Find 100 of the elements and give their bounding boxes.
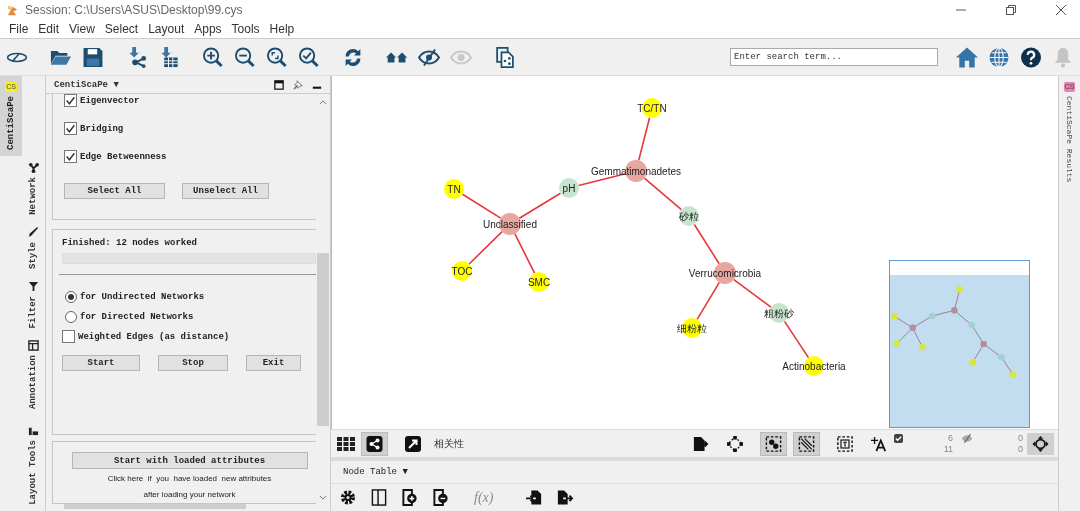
text-size-icon[interactable]: [870, 435, 888, 452]
checkbox[interactable]: [64, 150, 77, 163]
checkbox-label: Bridging: [80, 123, 124, 134]
edge: [461, 193, 502, 219]
export-icon[interactable]: [557, 489, 574, 506]
checkbox[interactable]: [62, 330, 75, 344]
zoom-selected-icon[interactable]: [298, 46, 320, 68]
count-text: 0: [1018, 443, 1023, 455]
panel-title[interactable]: CentiScaPe ▼: [54, 79, 119, 90]
pin-icon[interactable]: [293, 79, 303, 90]
count-text: 0: [1018, 432, 1023, 444]
hint-text: Click here if you have loaded new attributes after loading your network: [106, 473, 273, 501]
count-text: 6: [948, 432, 953, 444]
side-tab[interactable]: Filter: [22, 274, 44, 335]
checkbox-label: Edge Betweenness: [80, 151, 167, 162]
scroll-down-icon[interactable]: [319, 495, 327, 500]
menu-item[interactable]: Edit: [33, 22, 65, 36]
select-button[interactable]: Unselect All: [182, 183, 269, 199]
radio-label: for Undirected Networks: [80, 291, 205, 302]
pan-button[interactable]: [1027, 432, 1054, 455]
edge: [468, 230, 503, 265]
action-button[interactable]: Stop: [158, 354, 228, 371]
menu-item[interactable]: Select: [99, 22, 144, 36]
layout-icon: [27, 425, 39, 437]
select-nodes-button[interactable]: [760, 431, 787, 456]
edge: [696, 281, 721, 321]
network-node[interactable]: pH: [559, 178, 579, 198]
count-text: 11: [943, 443, 953, 455]
edge: [637, 116, 651, 162]
edge: [733, 278, 772, 308]
status-text: Finished: 12 nodes worked: [62, 237, 199, 248]
checkbox-label: Eigenvector: [80, 95, 140, 106]
window-title: Session: C:\Users\ASUS\Desktop\99.cys: [25, 3, 243, 17]
eye-slash-icon[interactable]: [418, 46, 440, 68]
edge: [518, 192, 562, 220]
side-tab[interactable]: Style: [22, 220, 44, 275]
save-icon[interactable]: [82, 46, 104, 68]
side-tab[interactable]: Layout Tools: [22, 419, 44, 511]
search-field[interactable]: Enter search term...: [730, 48, 938, 66]
import-icon[interactable]: [526, 489, 543, 506]
close-icon[interactable]: [1056, 5, 1066, 15]
select-edges-button[interactable]: [793, 431, 820, 456]
filter-icon: [27, 280, 39, 292]
checkbox[interactable]: [64, 94, 77, 107]
add-column-icon[interactable]: [402, 489, 418, 506]
checkbox-icon: [894, 434, 903, 443]
loaded-attributes-button[interactable]: Start with loaded attributes: [71, 452, 308, 469]
scroll-up-icon[interactable]: [319, 100, 327, 105]
help-icon[interactable]: [1020, 46, 1042, 68]
expand-icon[interactable]: [404, 435, 422, 452]
menu-item[interactable]: Tools: [226, 22, 265, 36]
grid-icon[interactable]: [337, 435, 355, 452]
checkbox-label: Weighted Edges (as distance): [78, 331, 230, 342]
menu-item[interactable]: File: [4, 22, 34, 36]
export-icon[interactable]: [692, 435, 710, 452]
columns-icon[interactable]: [371, 489, 387, 506]
zoom-fit-icon[interactable]: [266, 46, 288, 68]
scrollbar-thumb[interactable]: [64, 504, 246, 509]
zoom-out-icon[interactable]: [234, 46, 256, 68]
edge: [514, 233, 536, 274]
network-node[interactable]: Verrucomicrobia: [688, 262, 762, 284]
home-icon[interactable]: [956, 46, 978, 68]
scrollbar-thumb[interactable]: [317, 253, 329, 426]
brush-icon: [27, 226, 39, 238]
remove-column-icon[interactable]: [433, 489, 449, 506]
menu-item[interactable]: Apps: [189, 22, 227, 36]
checkbox[interactable]: [64, 122, 77, 135]
network-document-icon[interactable]: [494, 46, 516, 68]
settings-icon[interactable]: [340, 489, 356, 506]
app-icon: [6, 3, 19, 17]
menu-item[interactable]: Help: [264, 22, 300, 36]
table-title[interactable]: Node Table ▼: [343, 467, 408, 477]
edge: [783, 320, 810, 359]
network-node[interactable]: 砂粒: [679, 206, 699, 226]
network-node[interactable]: Unclassified: [483, 213, 537, 235]
edge: [643, 177, 683, 211]
edge: [693, 223, 720, 265]
select-annotations-icon[interactable]: [836, 435, 854, 452]
select-button[interactable]: Select All: [64, 183, 165, 199]
action-button[interactable]: Exit: [246, 354, 301, 371]
eye-slash-icon: [961, 434, 973, 443]
radio-button[interactable]: [65, 290, 77, 303]
radio-label: for Directed Networks: [80, 311, 194, 322]
network-node[interactable]: TN: [444, 179, 464, 199]
network-node[interactable]: Gemmatimonadetes: [591, 160, 681, 182]
annotation-icon: [27, 340, 39, 352]
share-view-button[interactable]: [361, 431, 388, 456]
side-tab[interactable]: Annotation: [22, 334, 44, 416]
zoom-in-icon[interactable]: [202, 46, 224, 68]
side-tab[interactable]: Network: [22, 156, 44, 221]
float-icon[interactable]: [274, 79, 284, 90]
globe-icon[interactable]: [988, 46, 1010, 68]
action-button[interactable]: Start: [62, 354, 140, 371]
network-icon: [27, 162, 39, 173]
restore-icon[interactable]: [1006, 5, 1016, 15]
radio-button[interactable]: [65, 310, 77, 323]
menu-item[interactable]: Layout: [143, 22, 190, 36]
network-name: 相关性: [434, 436, 464, 451]
diamond-nodes-icon[interactable]: [726, 435, 744, 452]
menu-item[interactable]: View: [64, 22, 100, 36]
